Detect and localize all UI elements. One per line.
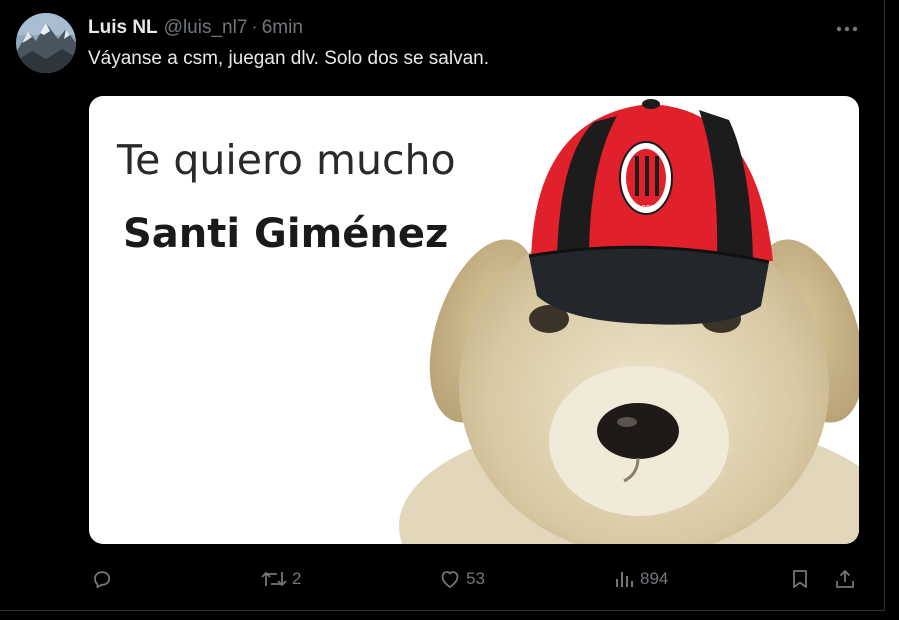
retweet-button[interactable]: 2 xyxy=(260,562,301,596)
tweet-media[interactable]: 1899 Te quiero mucho Santi Giménez xyxy=(89,96,859,544)
author-name[interactable]: Luis NL xyxy=(88,17,158,39)
meme-text-line1: Te quiero mucho xyxy=(117,136,456,184)
avatar-mountain-image xyxy=(16,13,76,73)
more-options-button[interactable] xyxy=(830,16,864,42)
reply-icon xyxy=(94,571,111,589)
avatar[interactable] xyxy=(16,13,76,73)
share-icon xyxy=(836,570,854,588)
reply-button[interactable] xyxy=(90,562,118,596)
cap-badge-year: 1899 xyxy=(637,204,655,212)
bookmark-button[interactable] xyxy=(788,562,812,596)
like-count: 53 xyxy=(466,569,485,588)
separator-dot: · xyxy=(251,17,258,38)
tweet-actions-bar: 2 53 894 xyxy=(0,562,884,596)
retweet-icon xyxy=(261,571,287,587)
heart-icon xyxy=(441,571,459,588)
retweet-count: 2 xyxy=(292,569,302,588)
views-button[interactable]: 894 xyxy=(612,562,668,596)
like-button[interactable]: 53 xyxy=(438,562,485,596)
timestamp[interactable]: 6min xyxy=(262,17,303,39)
tweet-card[interactable]: Luis NL @luis_nl7 · 6min Váyanse a csm, … xyxy=(0,0,885,611)
more-icon xyxy=(836,26,858,32)
author-handle[interactable]: @luis_nl7 xyxy=(164,17,248,39)
tweet-header: Luis NL @luis_nl7 · 6min xyxy=(88,16,303,40)
meme-text-line2: Santi Giménez xyxy=(123,211,449,257)
share-button[interactable] xyxy=(833,562,857,596)
bookmark-icon xyxy=(793,570,807,588)
views-count: 894 xyxy=(640,569,669,588)
views-icon xyxy=(616,572,633,587)
tweet-text: Váyanse a csm, juegan dlv. Solo dos se s… xyxy=(88,48,489,69)
